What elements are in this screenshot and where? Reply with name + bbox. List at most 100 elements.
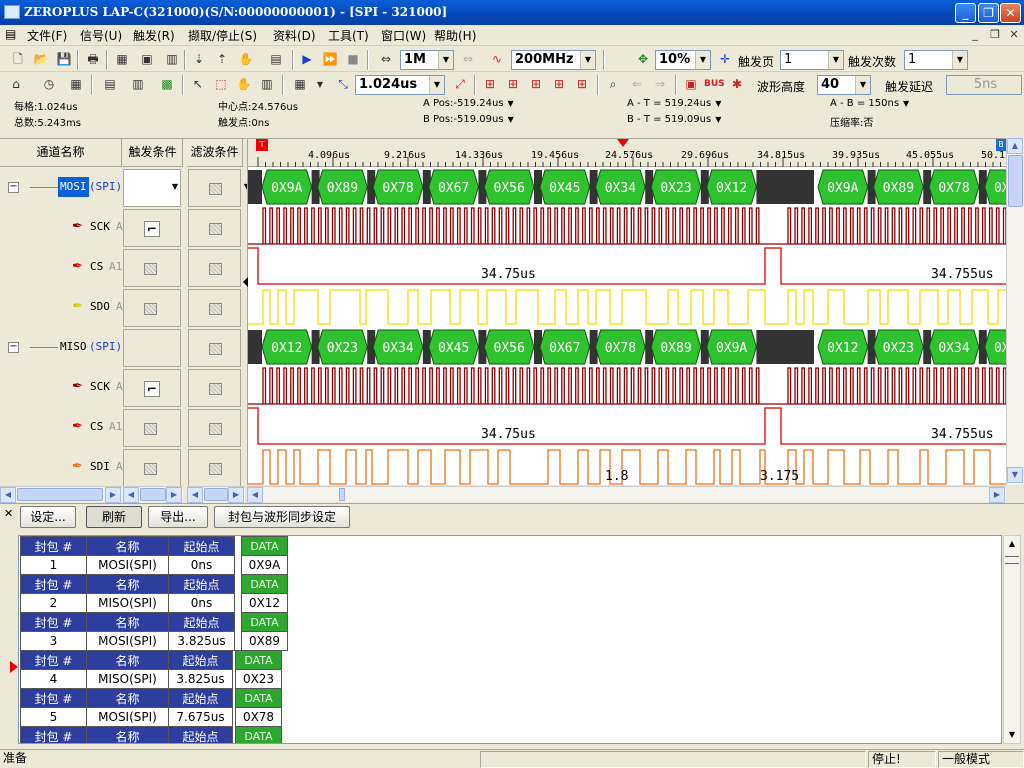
color-icon[interactable]: ▩ <box>157 75 177 95</box>
trigger-condition-dropdown[interactable]: ▼ <box>123 169 181 207</box>
filter-condition-cell[interactable] <box>188 409 241 447</box>
panel-close-icon[interactable]: ✕ <box>4 507 13 520</box>
scroll-right-icon[interactable]: ▶ <box>166 487 182 503</box>
mdi-doc-icon[interactable]: ▤ <box>2 27 22 44</box>
trigger-page-select[interactable]: 1 ▼ <box>780 50 844 70</box>
trigger-marker-t[interactable]: T <box>256 139 268 151</box>
bus-config-icon[interactable]: ▥ <box>162 50 182 70</box>
filter-hscroll[interactable]: ◀ ▶ <box>187 486 245 503</box>
open-icon[interactable]: 📂 <box>31 50 51 70</box>
bar-c-icon[interactable]: ⊞ <box>526 75 546 95</box>
trigger-position-select[interactable]: 10% ▼ <box>655 50 711 70</box>
new-icon[interactable]: 🗋 <box>8 50 28 70</box>
bar-d-icon[interactable]: ⊞ <box>549 75 569 95</box>
layout-icon[interactable]: ▦ <box>290 75 310 95</box>
menu-window[interactable]: 窗口(W) <box>378 27 429 44</box>
restore-button[interactable]: ❐ <box>978 3 999 23</box>
settings-button[interactable]: 设定... <box>20 506 76 528</box>
memory-depth-select[interactable]: 1M ▼ <box>400 50 454 70</box>
filter-condition-dropdown[interactable]: ▼ <box>188 169 250 207</box>
wave-height-select[interactable]: 40 ▼ <box>817 75 871 95</box>
menu-signal[interactable]: 信号(U) <box>77 27 125 44</box>
clock-icon[interactable]: ◷ <box>39 75 59 95</box>
splitter-arrow-icon[interactable] <box>243 277 248 287</box>
run-continuous-icon[interactable]: ⏩ <box>320 50 340 70</box>
pointer-icon[interactable]: ↖ <box>188 75 208 95</box>
filter-condition-cell[interactable] <box>188 249 241 287</box>
packet-item[interactable]: 封包 # 名称 起始点 2 MISO(SPI) 0ns DATA 0X12 <box>20 574 288 613</box>
filter-condition-cell[interactable] <box>188 369 241 407</box>
packet-list-vscroll[interactable]: ▲ ▼ <box>1003 535 1021 744</box>
zoom-fit-icon[interactable]: ⤢ <box>450 75 470 95</box>
print-icon[interactable]: 🖶 <box>83 50 103 70</box>
run-icon[interactable]: ▶ <box>297 50 317 70</box>
bar-b-icon[interactable]: ⊞ <box>503 75 523 95</box>
channel-icon[interactable]: ▤ <box>100 75 120 95</box>
menu-trigger[interactable]: 触发(R) <box>130 27 178 44</box>
scroll-down-icon[interactable]: ▼ <box>1007 467 1023 483</box>
collapse-icon[interactable]: − <box>8 182 19 193</box>
signal-config-icon[interactable]: ▦ <box>112 50 132 70</box>
waveform-hscroll[interactable]: ◀ ▶ <box>247 486 1006 503</box>
ruler-icon[interactable]: ▥ <box>257 75 277 95</box>
search-next-icon[interactable]: ⇒ <box>650 75 670 95</box>
channel-name-cell[interactable]: ✒ SCK A <box>0 208 123 248</box>
channel-name-cell[interactable]: ✒ CS A1 <box>0 408 122 448</box>
a-pos-select[interactable]: A Pos:-519.24us ▼ <box>423 98 514 109</box>
trigger-hscroll[interactable]: ◀ ▶ <box>123 486 183 503</box>
waveform-canvas[interactable]: 0X9A 0X89 0X78 0X67 0X56 0X45 0X34 0X23 0X12 0X9A… <box>248 168 1007 486</box>
scroll-left-icon[interactable]: ◀ <box>0 487 16 503</box>
scroll-thumb[interactable] <box>204 488 228 501</box>
menu-capture-stop[interactable]: 撷取/停止(S) <box>185 27 260 44</box>
scroll-thumb[interactable] <box>140 488 166 501</box>
menu-tools[interactable]: 工具(T) <box>325 27 372 44</box>
mdi-minimize-icon[interactable]: _ <box>968 28 982 42</box>
time-ruler[interactable]: 4.096us 9.216us 14.336us 19.456us 24.576… <box>248 139 1007 167</box>
bar-e-icon[interactable]: ⊞ <box>572 75 592 95</box>
trigger-condition-cell[interactable]: ⌐ <box>123 209 181 247</box>
select-icon[interactable]: ⬚ <box>211 75 231 95</box>
bar-a-icon[interactable]: ⊞ <box>480 75 500 95</box>
bus-decode-icon[interactable]: BUS <box>704 75 725 95</box>
stop-icon[interactable]: ■ <box>343 50 363 70</box>
scroll-up-icon[interactable]: ▲ <box>1007 138 1023 154</box>
col-header-trigger[interactable]: 触发条件 <box>123 139 183 167</box>
filter-condition-cell[interactable] <box>188 209 241 247</box>
close-button[interactable]: ✕ <box>1000 3 1021 23</box>
channel-name-cell[interactable]: ✒ CS A1 <box>0 248 122 288</box>
scroll-thumb[interactable] <box>1008 155 1023 207</box>
trigger-condition-cell[interactable] <box>123 289 181 327</box>
trigger-condition-cell[interactable] <box>123 449 181 487</box>
trigger-condition-cell[interactable]: ⌐ <box>123 369 181 407</box>
packet-item[interactable]: 封包 # 名称 起始点 3 MOSI(SPI) 3.825us DATA 0X89 <box>20 612 288 651</box>
packet-item[interactable]: 封包 # 名称 起始点 1 MOSI(SPI) 0ns DATA 0X9A <box>20 536 288 575</box>
trigger-condition-cell[interactable] <box>123 249 181 287</box>
menu-help[interactable]: 帮助(H) <box>431 27 479 44</box>
channel-name-hscroll[interactable]: ◀ ▶ <box>0 486 122 503</box>
export-button[interactable]: 导出... <box>148 506 208 528</box>
trigger-count-select[interactable]: 1 ▼ <box>904 50 968 70</box>
cursor-b-icon[interactable]: ⇡ <box>212 50 232 70</box>
packet-item[interactable]: 封包 # 名称 起始点 5 MOSI(SPI) 7.675us DATA 0X78 <box>20 688 282 727</box>
col-header-name[interactable]: 通道名称 <box>0 139 122 167</box>
plugin-icon[interactable]: ✱ <box>727 75 747 95</box>
scroll-thumb[interactable] <box>17 488 103 501</box>
search-prev-icon[interactable]: ⇐ <box>627 75 647 95</box>
filter-condition-cell[interactable] <box>188 289 241 327</box>
channel-name-cell[interactable]: − MOSI (SPI) <box>0 168 122 208</box>
channel-name-cell[interactable]: − MISO (SPI) <box>0 328 122 368</box>
cursor-a-icon[interactable]: ⇣ <box>189 50 209 70</box>
packet-item[interactable]: 封包 # 名称 起始点 4 MISO(SPI) 3.825us DATA 0X23 <box>20 650 282 689</box>
scroll-left-icon[interactable]: ◀ <box>187 487 203 503</box>
mdi-restore-icon[interactable]: ❐ <box>988 28 1002 42</box>
scroll-thumb[interactable] <box>339 488 345 501</box>
packet-sync-button[interactable]: 封包与波形同步设定 <box>214 506 350 528</box>
b-t-select[interactable]: B - T = 519.09us ▼ <box>627 114 721 125</box>
grid-icon[interactable]: ▦ <box>66 75 86 95</box>
waveform-area[interactable]: 4.096us 9.216us 14.336us 19.456us 24.576… <box>243 138 1007 486</box>
a-b-select[interactable]: A - B = 150ns ▼ <box>830 98 909 109</box>
report-icon[interactable]: ▣ <box>681 75 701 95</box>
save-icon[interactable]: 💾 <box>54 50 74 70</box>
bus-icon[interactable]: ▥ <box>128 75 148 95</box>
trigger-condition-cell[interactable] <box>123 409 181 447</box>
